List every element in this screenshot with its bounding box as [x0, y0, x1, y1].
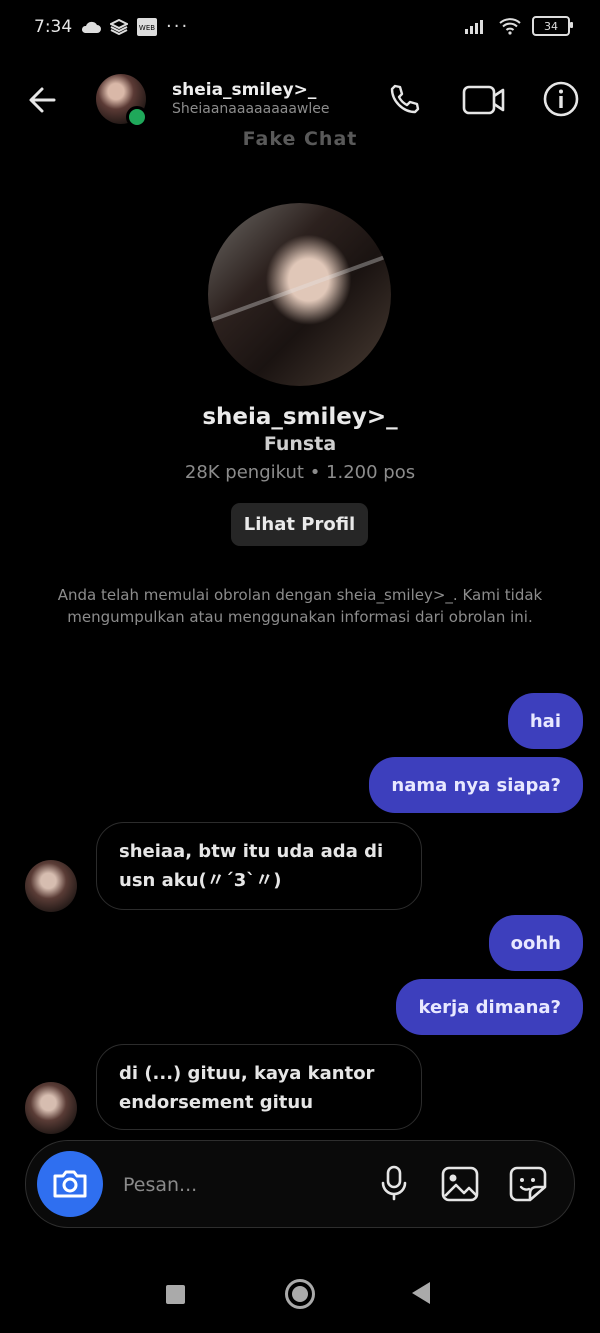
message-bubble-received[interactable]: sheiaa, btw itu uda ada di usn aku(〃ˊ3ˋ〃…	[96, 822, 422, 910]
profile-subtitle: Funsta	[263, 433, 337, 455]
camera-icon	[53, 1170, 87, 1198]
camera-button[interactable]	[37, 1151, 103, 1217]
svg-text:WEB: WEB	[139, 24, 155, 32]
message-composer	[25, 1140, 575, 1228]
signal-icon	[465, 20, 483, 34]
contact-username[interactable]: Sheiaanaaaaaaaawlee	[172, 101, 330, 117]
contact-name[interactable]: sheia_smiley>_	[172, 80, 316, 100]
chat-notice: Anda telah memulai obrolan dengan sheia_…	[57, 586, 543, 626]
sender-avatar[interactable]	[25, 1082, 77, 1134]
microphone-icon[interactable]	[374, 1163, 414, 1203]
online-status-dot	[126, 106, 148, 128]
phone-icon[interactable]	[386, 82, 422, 118]
home-button[interactable]	[285, 1279, 315, 1309]
status-bar: 7:34 WEB ··· 34	[0, 0, 600, 58]
system-back-button[interactable]	[412, 1282, 430, 1304]
layers-icon	[110, 18, 128, 35]
cloud-icon	[81, 21, 101, 33]
sender-avatar[interactable]	[25, 860, 77, 912]
message-bubble-sent[interactable]: kerja dimana?	[396, 979, 583, 1035]
wifi-icon	[499, 18, 521, 35]
profile-picture[interactable]	[208, 203, 391, 386]
recent-apps-button[interactable]	[166, 1285, 185, 1304]
battery-level: 34	[544, 19, 558, 33]
watermark-text: Fake Chat	[242, 128, 358, 150]
battery-icon: 34	[532, 16, 573, 36]
message-bubble-sent[interactable]: hai	[507, 693, 583, 749]
message-input[interactable]	[121, 1169, 355, 1201]
view-profile-button[interactable]: Lihat Profil	[231, 503, 368, 546]
system-icons: 34	[464, 16, 573, 36]
video-call-icon[interactable]	[462, 82, 506, 118]
message-bubble-received[interactable]: di (...) gituu, kaya kantor endorsement …	[96, 1044, 422, 1130]
profile-name: sheia_smiley>_	[202, 404, 398, 430]
status-time: 7:34	[34, 17, 73, 37]
gallery-icon[interactable]	[440, 1165, 480, 1203]
notification-icons: WEB ···	[80, 16, 189, 37]
webtoon-icon: WEB	[137, 17, 157, 36]
system-navigation-bar	[0, 1260, 600, 1333]
more-notifications-icon: ···	[166, 16, 190, 37]
message-bubble-sent[interactable]: nama nya siapa?	[369, 757, 583, 813]
back-arrow-icon[interactable]	[24, 80, 64, 120]
sticker-icon[interactable]	[508, 1165, 548, 1203]
profile-stats: 28K pengikut • 1.200 pos	[184, 462, 416, 483]
info-icon[interactable]	[542, 80, 580, 118]
message-bubble-sent[interactable]: oohh	[488, 915, 583, 971]
